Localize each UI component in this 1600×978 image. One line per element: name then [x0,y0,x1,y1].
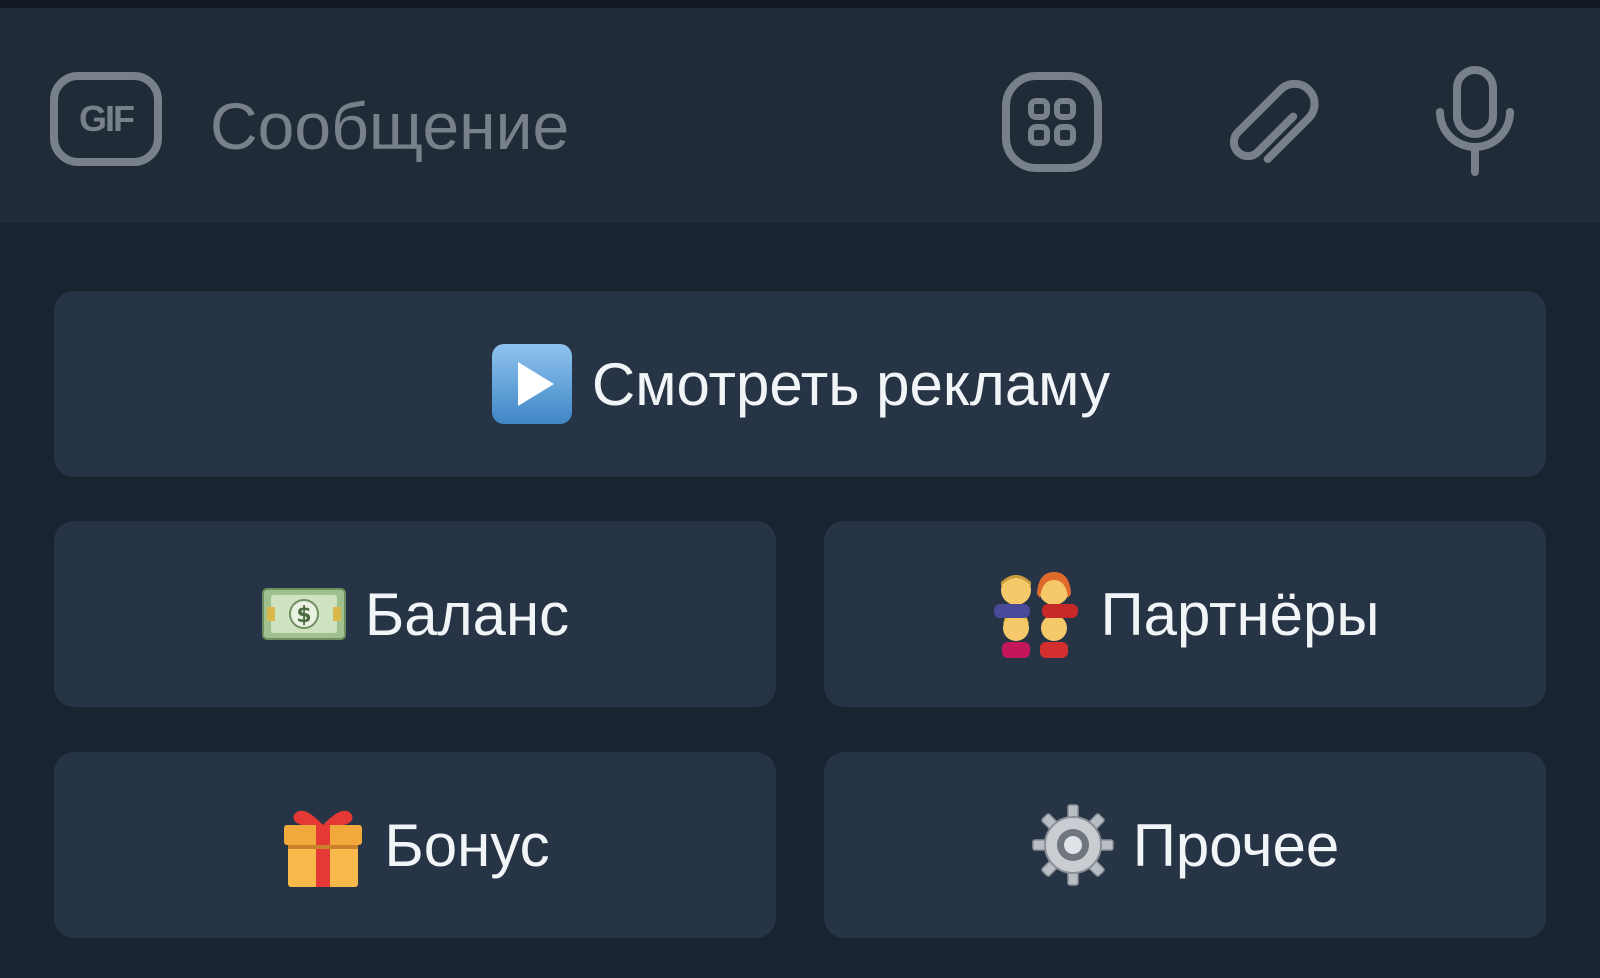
partners-label: Партнёры [1100,580,1380,648]
svg-text:$: $ [296,603,311,628]
paperclip-icon[interactable] [1215,68,1319,178]
message-input[interactable] [210,78,950,173]
bonus-label: Бонус [384,811,550,879]
chat-screen: GIF Сообщение Смотреть рекламу $ Баланс … [0,0,1600,978]
sticker-icon[interactable] [1000,70,1104,174]
other-button[interactable]: Прочее [824,752,1546,938]
gear-icon [1031,803,1115,887]
partners-button[interactable]: Партнёры [824,521,1546,707]
play-button-icon [490,342,574,426]
balance-button[interactable]: $ Баланс [54,521,776,707]
other-label: Прочее [1132,811,1340,879]
watch-ads-button[interactable]: Смотреть рекламу [54,291,1546,477]
bot-keyboard: Смотреть рекламу $ Баланс Партнёры Бонус… [0,223,1600,978]
money-icon: $ [261,583,347,645]
gif-label: GIF [79,98,135,139]
gift-icon [280,801,366,889]
microphone-icon[interactable] [1430,64,1520,182]
watch-ads-label: Смотреть рекламу [591,350,1111,418]
family-icon [990,568,1082,660]
balance-label: Баланс [364,580,570,648]
bonus-button[interactable]: Бонус [54,752,776,938]
message-input-bar: GIF [0,8,1600,223]
top-edge [0,0,1600,8]
gif-button[interactable]: GIF [50,72,162,166]
